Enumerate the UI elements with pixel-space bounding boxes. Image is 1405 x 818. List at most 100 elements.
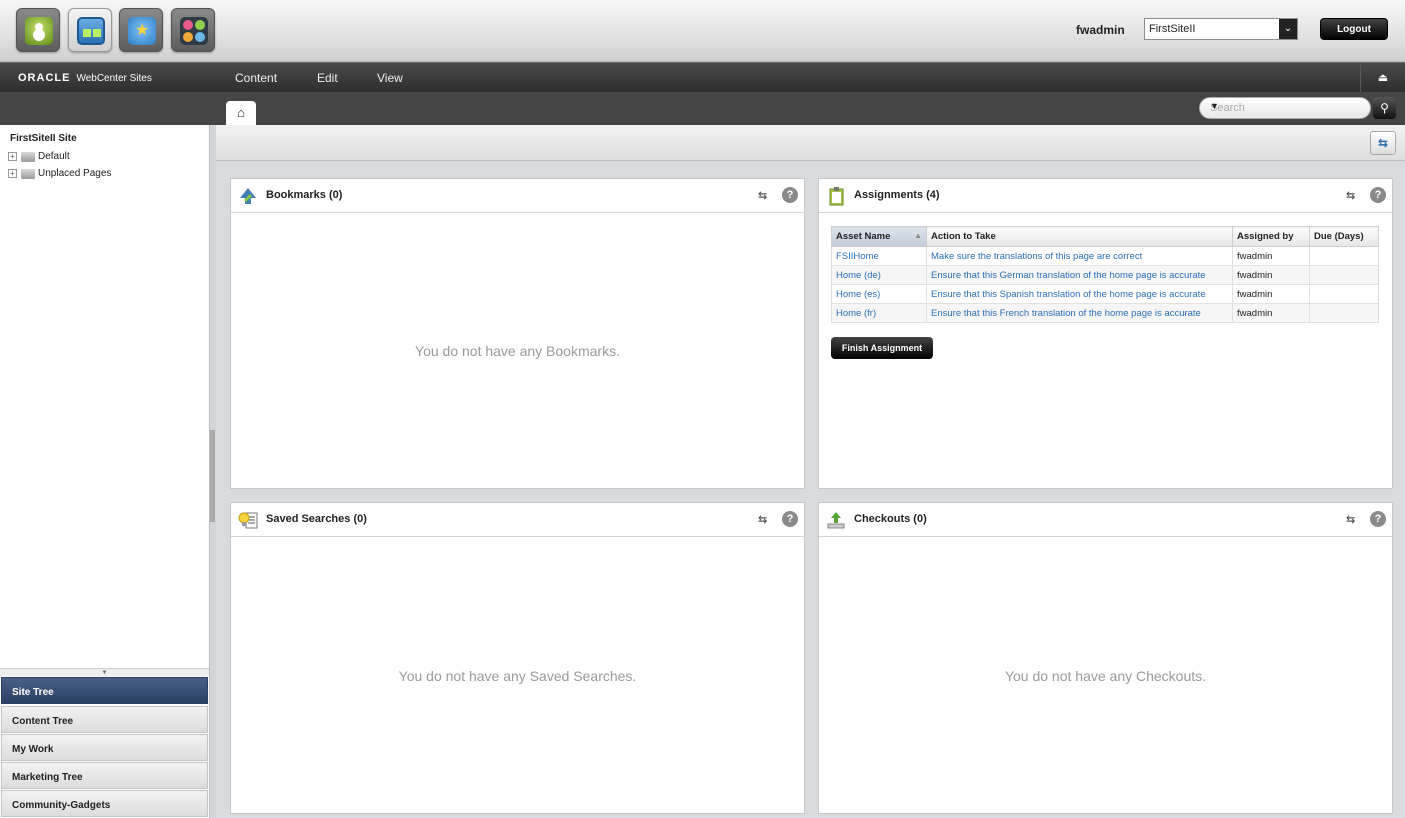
top-app-bar: fwadmin FirstSiteII ⌄ Logout — [0, 0, 1405, 62]
folder-icon — [21, 168, 35, 179]
menu-bar: ORACLE WebCenter Sites Content Edit View … — [0, 62, 1405, 93]
accordion-site-tree[interactable]: Site Tree — [1, 677, 208, 704]
sort-ascending-icon: ▲ — [914, 231, 922, 240]
site-select[interactable]: FirstSiteII ⌄ — [1144, 18, 1298, 40]
pane-splitter[interactable] — [210, 125, 216, 818]
community-icon — [128, 17, 156, 45]
column-due-days[interactable]: Due (Days) — [1309, 226, 1379, 247]
clipboard-icon — [829, 187, 844, 206]
assigned-by: fwadmin — [1232, 246, 1310, 266]
refresh-icon[interactable]: ⇆ — [1346, 189, 1355, 202]
folder-icon — [21, 151, 35, 162]
action-link[interactable]: Ensure that this Spanish translation of … — [926, 284, 1233, 304]
help-icon[interactable]: ? — [782, 187, 798, 203]
accordion-marketing-tree[interactable]: Marketing Tree — [1, 762, 208, 789]
asset-name-link[interactable]: FSIIHome — [831, 246, 927, 266]
splitter-grip[interactable] — [210, 430, 215, 522]
checkouts-panel: Checkouts (0) ⇆ ? You do not have any Ch… — [818, 502, 1393, 814]
product-name: WebCenter Sites — [76, 73, 152, 84]
finish-assignment-button[interactable]: Finish Assignment — [831, 337, 933, 359]
oracle-logo-text: ORACLE — [18, 72, 71, 84]
panel-header: Bookmarks (0) ⇆ ? — [231, 179, 804, 213]
menu-view[interactable]: View — [377, 71, 403, 85]
due-days — [1309, 265, 1379, 285]
expand-icon[interactable]: + — [8, 169, 17, 178]
action-link[interactable]: Ensure that this German translation of t… — [926, 265, 1233, 285]
refresh-icon[interactable]: ⇆ — [1346, 513, 1355, 526]
saved-searches-empty-message: You do not have any Saved Searches. — [398, 668, 637, 684]
accordion-splitter[interactable]: ▼ — [0, 668, 209, 676]
assignments-panel: Assignments (4) ⇆ ? Asset Name ▲ Action … — [818, 178, 1393, 489]
admin-icon — [77, 17, 105, 45]
help-icon[interactable]: ? — [782, 511, 798, 527]
menu-content[interactable]: Content — [235, 71, 277, 85]
logout-button[interactable]: Logout — [1320, 18, 1388, 40]
help-icon[interactable]: ? — [1370, 511, 1386, 527]
table-header-row: Asset Name ▲ Action to Take Assigned by … — [831, 226, 1379, 247]
panel-header: Assignments (4) ⇆ ? — [819, 179, 1392, 213]
dashboard-toolbar: ⇆ — [216, 125, 1405, 161]
contributor-icon — [25, 17, 53, 45]
due-days — [1309, 246, 1379, 266]
expand-icon[interactable]: + — [8, 152, 17, 161]
saved-search-icon — [238, 512, 258, 529]
home-tab[interactable]: ⌂ — [226, 101, 256, 125]
table-row: FSIIHome Make sure the translations of t… — [831, 246, 1379, 266]
contributor-app-icon[interactable] — [16, 8, 60, 52]
site-tree-title: FirstSiteII Site — [10, 133, 77, 144]
assigned-by: fwadmin — [1232, 284, 1310, 304]
column-action-to-take[interactable]: Action to Take — [926, 226, 1233, 247]
left-navigation-pane: FirstSiteII Site + Default + Unplaced Pa… — [0, 125, 210, 818]
home-icon: ⌂ — [237, 105, 245, 120]
eject-icon[interactable]: ⏏ — [1360, 63, 1405, 93]
tree-node-default[interactable]: + Default — [8, 151, 70, 162]
chevron-down-icon[interactable]: ⌄ — [1279, 19, 1297, 39]
table-row: Home (fr) Ensure that this French transl… — [831, 303, 1379, 323]
column-asset-name[interactable]: Asset Name ▲ — [831, 226, 927, 247]
bookmarks-empty-message: You do not have any Bookmarks. — [415, 343, 620, 359]
tree-node-label: Default — [38, 151, 70, 162]
accordion-community-gadgets[interactable]: Community-Gadgets — [1, 790, 208, 817]
action-link[interactable]: Ensure that this French translation of t… — [926, 303, 1233, 323]
gadgets-icon — [180, 17, 208, 45]
table-row: Home (de) Ensure that this German transl… — [831, 265, 1379, 285]
table-row: Home (es) Ensure that this Spanish trans… — [831, 284, 1379, 304]
bookmark-icon — [240, 188, 256, 204]
panel-header: Saved Searches (0) ⇆ ? — [231, 503, 804, 537]
refresh-icon[interactable]: ⇆ — [758, 189, 767, 202]
username-label: fwadmin — [1076, 23, 1125, 37]
saved-searches-panel: Saved Searches (0) ⇆ ? You do not have a… — [230, 502, 805, 814]
accordion-my-work[interactable]: My Work — [1, 734, 208, 761]
assigned-by: fwadmin — [1232, 303, 1310, 323]
brand-logo: ORACLE WebCenter Sites — [18, 72, 152, 84]
search-input[interactable]: Search ▼ — [1199, 97, 1371, 119]
help-icon[interactable]: ? — [1370, 187, 1386, 203]
due-days — [1309, 303, 1379, 323]
refresh-icon[interactable]: ⇆ — [758, 513, 767, 526]
search-icon: ⚲ — [1380, 101, 1389, 115]
action-link[interactable]: Make sure the translations of this page … — [926, 246, 1233, 266]
accordion-content-tree[interactable]: Content Tree — [1, 706, 208, 733]
refresh-all-icon[interactable]: ⇆ — [1370, 131, 1396, 155]
menu-edit[interactable]: Edit — [317, 71, 338, 85]
checkouts-empty-message: You do not have any Checkouts. — [1004, 668, 1207, 684]
due-days — [1309, 284, 1379, 304]
tree-node-unplaced-pages[interactable]: + Unplaced Pages — [8, 168, 111, 179]
community-app-icon[interactable] — [119, 8, 163, 52]
panel-header: Checkouts (0) ⇆ ? — [819, 503, 1392, 537]
gadgets-app-icon[interactable] — [171, 8, 215, 52]
tree-node-label: Unplaced Pages — [38, 168, 112, 179]
bookmarks-title: Bookmarks (0) — [266, 189, 343, 201]
admin-app-icon[interactable] — [68, 8, 112, 52]
asset-name-link[interactable]: Home (es) — [831, 284, 927, 304]
assignments-title: Assignments (4) — [854, 189, 940, 201]
assigned-by: fwadmin — [1232, 265, 1310, 285]
asset-name-link[interactable]: Home (de) — [831, 265, 927, 285]
search-dropdown-icon[interactable]: ▼ — [1210, 101, 1364, 111]
checkouts-title: Checkouts (0) — [854, 513, 927, 525]
checkout-icon — [827, 512, 845, 529]
tab-bar: ⌂ Search ▼ ⚲ — [0, 92, 1405, 125]
asset-name-link[interactable]: Home (fr) — [831, 303, 927, 323]
column-assigned-by[interactable]: Assigned by — [1232, 226, 1310, 247]
search-button[interactable]: ⚲ — [1373, 97, 1396, 119]
